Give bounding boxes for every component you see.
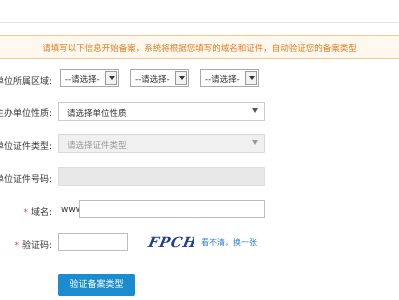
city-select[interactable]: --请选择-	[130, 69, 189, 87]
captcha-image[interactable]: FPCH	[146, 231, 194, 253]
org-nature-label: 主办单位性质:	[0, 109, 52, 119]
region-label: 单位所属区域:	[0, 77, 52, 87]
chevron-down-icon	[252, 108, 258, 113]
cert-type-label: 单位证件类型:	[0, 142, 52, 152]
cert-number-label: 单位证件号码:	[0, 175, 52, 185]
captcha-input[interactable]	[58, 233, 128, 251]
cert-number-field[interactable]	[58, 167, 265, 186]
chevron-down-icon	[252, 140, 258, 145]
required-mark: *	[23, 208, 28, 218]
province-select[interactable]: --请选择-	[60, 69, 119, 87]
notice-text: 请填写以下信息开始备案，系统将根据您填写的域名和证件，自动验证您的备案类型	[42, 44, 357, 54]
domain-input[interactable]	[79, 200, 265, 218]
captcha-label: * 验证码:	[14, 241, 52, 251]
district-select[interactable]: --请选择-	[200, 69, 259, 87]
refresh-captcha-link[interactable]: 看不清，换一张	[201, 237, 257, 248]
chevron-down-icon	[175, 71, 187, 85]
notice-banner: 请填写以下信息开始备案，系统将根据您填写的域名和证件，自动验证您的备案类型	[0, 35, 399, 59]
chevron-down-icon	[105, 71, 117, 85]
captcha-text: FPCH	[146, 235, 194, 251]
required-mark: *	[14, 241, 19, 251]
top-bar	[0, 0, 399, 23]
cert-type-select[interactable]: 请选择证件类型	[58, 134, 265, 153]
verify-type-button[interactable]: 验证备案类型	[58, 274, 135, 296]
chevron-down-icon	[245, 71, 257, 85]
org-nature-select[interactable]: 请选择单位性质	[58, 102, 265, 121]
domain-label: * 域名:	[23, 208, 52, 218]
